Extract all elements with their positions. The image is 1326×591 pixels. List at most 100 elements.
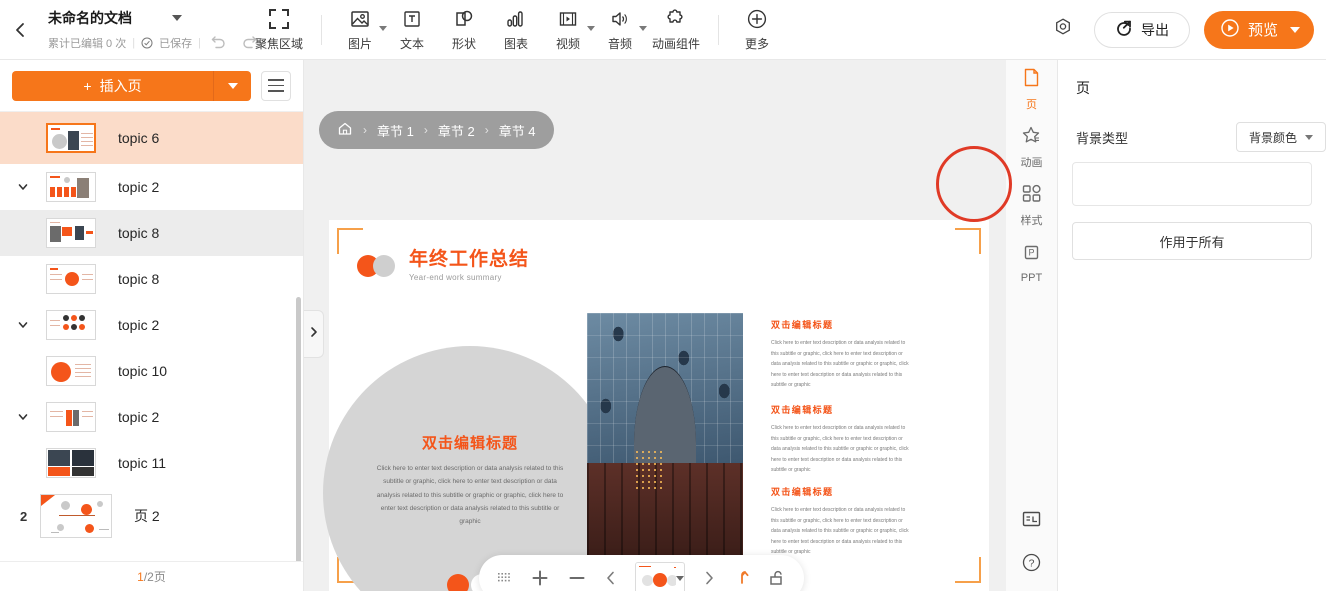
background-type-row: 背景类型 背景颜色 (1058, 116, 1326, 158)
tool-label: 图表 (504, 37, 529, 51)
sidebar-item-label: 页 2 (134, 508, 160, 524)
right-rail-tab-ppt[interactable]: P PPT (1006, 234, 1057, 292)
slides-list[interactable]: topic 6 topic 2 topic 8 topic 8 topic 2 … (0, 112, 303, 561)
tool-label: 文本 (400, 37, 425, 51)
apply-to-all-button[interactable]: 作用于所有 (1072, 222, 1312, 260)
tool-video[interactable]: 视频 (542, 0, 596, 60)
document-title[interactable]: 未命名的文档 (48, 8, 132, 28)
tool-shape[interactable]: 形状 (438, 0, 490, 60)
share-arrow-icon[interactable] (733, 569, 751, 587)
sidebar-item-label: topic 2 (118, 179, 160, 195)
slide-selector-dropdown[interactable] (635, 562, 685, 591)
slide-text-block-1[interactable]: 双击编辑标题 Click here to enter text descript… (771, 318, 913, 391)
sidebar-item-topic-2-b[interactable]: topic 2 (0, 302, 303, 348)
right-rail-tab-style[interactable]: 样式 (1006, 176, 1057, 234)
sidebar-item-label: topic 8 (118, 271, 160, 287)
slide-logo-block[interactable]: 年终工作总结 Year-end work summary (357, 250, 529, 282)
breadcrumb-item-3[interactable]: 章节 4 (499, 121, 536, 140)
ppt-icon: P (1021, 243, 1042, 269)
breadcrumb-separator: › (423, 123, 428, 137)
page-number: 2 (20, 508, 28, 524)
sidebar-item-topic-6[interactable]: topic 6 (0, 112, 303, 164)
current-page-number: 1 (137, 569, 144, 584)
star-anim-icon (1021, 125, 1042, 151)
sidebar-item-topic-2-a[interactable]: topic 2 (0, 164, 303, 210)
background-type-select[interactable]: 背景颜色 (1236, 122, 1326, 152)
divider-2: | (198, 37, 201, 49)
background-color-field[interactable] (1072, 162, 1312, 206)
preview-button[interactable]: 预览 (1203, 10, 1314, 49)
text-block-body: Click here to enter text description or … (771, 425, 909, 473)
presentation-editor-app: 未命名的文档 累计已编辑 0 次 | 已保存 | 聚焦区域 图片 文本 形状 图… (0, 0, 1326, 591)
sidebar-item-topic-11[interactable]: topic 11 (0, 440, 303, 486)
slide-architecture-photo[interactable] (587, 313, 743, 555)
prev-slide-button[interactable] (604, 570, 618, 586)
preview-label: 预览 (1247, 22, 1278, 39)
tool-audio[interactable]: 音频 (594, 0, 648, 60)
canvas-corner-bottom-right (955, 557, 981, 583)
check-circle-icon (141, 37, 153, 49)
shape-icon (453, 7, 475, 31)
zoom-in-button[interactable] (530, 568, 550, 588)
slide-canvas[interactable]: 年终工作总结 Year-end work summary 双击编辑标题 Clic… (323, 220, 989, 591)
home-icon[interactable] (337, 121, 353, 140)
slide-text-block-2[interactable]: 双击编辑标题 Click here to enter text descript… (771, 403, 913, 476)
sidebar-item-topic-2-c[interactable]: topic 2 (0, 394, 303, 440)
back-button[interactable] (0, 0, 40, 60)
sidebar-item-label: topic 2 (118, 317, 160, 333)
breadcrumb-item-1[interactable]: 章节 1 (377, 121, 414, 140)
next-slide-button[interactable] (702, 570, 716, 586)
animation-component-icon (665, 7, 687, 31)
sidebar-item-page-2[interactable]: 2 页 2 (0, 486, 303, 546)
sidebar-scrollbar[interactable] (296, 297, 301, 561)
breadcrumb-item-2[interactable]: 章节 2 (438, 121, 475, 140)
sidebar-menu-button[interactable] (261, 70, 291, 101)
toolbar-divider (321, 14, 323, 45)
zoom-out-button[interactable] (567, 568, 587, 588)
chevron-down-icon[interactable] (0, 411, 46, 423)
chevron-down-icon[interactable] (1290, 26, 1300, 33)
chevron-down-icon[interactable] (172, 15, 182, 21)
sidebar-item-topic-8-b[interactable]: topic 8 (0, 256, 303, 302)
sidebar-item-topic-8-a[interactable]: topic 8 (0, 210, 303, 256)
logo-circles-icon (357, 255, 401, 277)
tool-more[interactable]: 更多 (731, 0, 783, 60)
slides-sidebar: + 插入页 topic 6 topic 2 topic 8 topic 8 to… (0, 60, 304, 591)
panel-toggle-button[interactable] (1006, 499, 1057, 543)
slide-text-block-3[interactable]: 双击编辑标题 Click here to enter text descript… (771, 485, 913, 558)
chevron-down-icon[interactable] (0, 181, 46, 193)
unlock-icon[interactable] (768, 569, 786, 587)
right-rail-tab-animation[interactable]: 动画 (1006, 118, 1057, 176)
slide-thumbnail (46, 218, 96, 248)
text-block-body: Click here to enter text description or … (771, 340, 909, 388)
right-rail-tab-page[interactable]: 页 (1006, 60, 1057, 118)
tool-text[interactable]: 文本 (386, 0, 438, 60)
undo-icon[interactable] (211, 36, 227, 50)
sidebar-header: + 插入页 (0, 60, 303, 112)
settings-hex-icon (1053, 17, 1073, 42)
text-icon (401, 7, 423, 31)
plus-circle-icon (746, 7, 768, 31)
sidebar-item-topic-10[interactable]: topic 10 (0, 348, 303, 394)
text-block-heading: 双击编辑标题 (771, 405, 834, 415)
tool-focus-area[interactable]: 聚焦区域 (249, 0, 309, 60)
insert-page-button[interactable]: + 插入页 (12, 70, 213, 101)
canvas-corner-top-right (955, 228, 981, 254)
export-button[interactable]: 导出 (1093, 11, 1190, 48)
sidebar-collapse-toggle[interactable] (304, 310, 324, 358)
chevron-left-icon (11, 21, 29, 39)
tool-image[interactable]: 图片 (334, 0, 388, 60)
tool-animation-component[interactable]: 动画组件 (646, 0, 706, 60)
hamburger-icon-line (268, 90, 284, 92)
tool-label: 更多 (745, 37, 770, 51)
tool-chart[interactable]: 图表 (490, 0, 542, 60)
sidebar-item-label: topic 6 (118, 130, 160, 146)
settings-button[interactable] (1046, 13, 1080, 47)
slide-thumbnail (46, 172, 96, 202)
grid-icon[interactable] (497, 570, 513, 586)
slide-thumbnail (46, 310, 96, 340)
help-button[interactable]: ? (1006, 543, 1057, 587)
tool-label: 形状 (452, 37, 477, 51)
chevron-down-icon[interactable] (0, 319, 46, 331)
insert-page-dropdown[interactable] (213, 70, 251, 101)
